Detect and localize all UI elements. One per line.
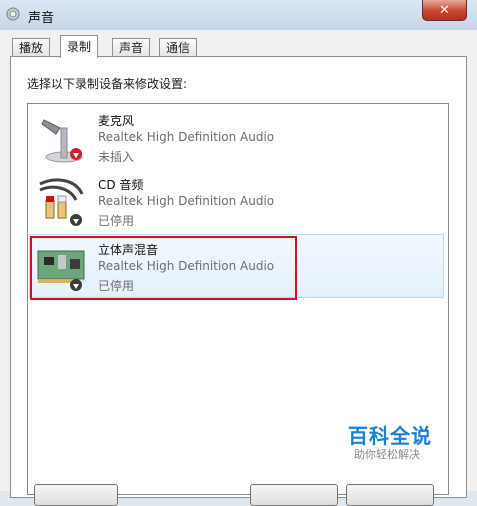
device-driver: Realtek High Definition Audio [98,259,275,273]
device-item-stereo-mix[interactable]: 立体声混音 Realtek High Definition Audio 已停用 [29,234,444,298]
set-default-button[interactable] [250,484,338,506]
tab-label: 通信 [166,41,191,55]
device-status: 已停用 [98,279,135,293]
tab-recording[interactable]: 录制 [60,35,99,58]
device-name: 麦克风 [98,114,135,128]
device-status: 未插入 [98,150,135,164]
tab-label: 声音 [119,41,144,55]
microphone-icon [41,119,83,163]
tab-label: 播放 [19,41,44,55]
tab-label: 录制 [67,40,92,54]
configure-button[interactable] [34,484,118,506]
device-item-microphone[interactable]: 麦克风 Realtek High Definition Audio 未插入 [30,106,444,168]
watermark-subtitle: 助你轻松解决 [354,448,420,461]
device-status: 已停用 [98,214,135,228]
tab-playback[interactable]: 播放 [12,38,51,57]
device-item-cd-audio[interactable]: CD 音频 Realtek High Definition Audio 已停用 [30,170,444,232]
close-button[interactable]: ✕ [422,0,467,21]
device-name: CD 音频 [98,178,144,192]
device-driver: Realtek High Definition Audio [98,194,275,208]
watermark-title: 百科全说 [348,424,432,448]
rca-cable-icon [39,178,84,226]
tab-sounds[interactable]: 声音 [112,38,151,57]
device-name: 立体声混音 [98,243,159,257]
close-icon: ✕ [439,2,450,18]
title-bar: 声音 ✕ [0,0,477,31]
tab-communications[interactable]: 通信 [159,38,198,57]
instruction-text: 选择以下录制设备来修改设置: [27,77,188,91]
sound-card-icon [37,250,85,291]
speaker-icon [6,7,20,21]
properties-button[interactable] [346,484,434,506]
window-title: 声音 [28,11,55,26]
device-driver: Realtek High Definition Audio [98,130,275,144]
